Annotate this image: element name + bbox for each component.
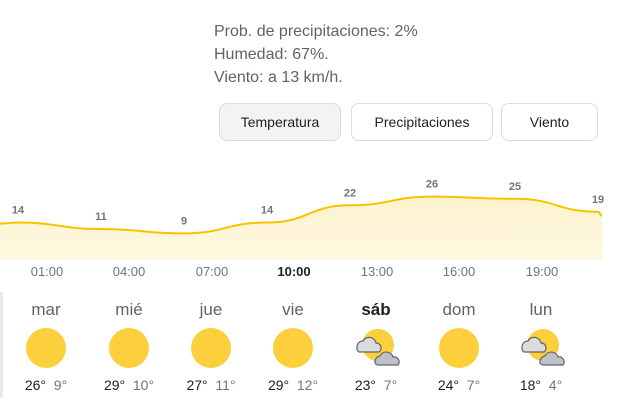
min-temperature: 4° xyxy=(548,377,563,393)
sun-icon xyxy=(268,325,318,371)
partly-cloudy-icon xyxy=(351,325,401,371)
max-temperature: 27° xyxy=(186,377,208,393)
temperature-label: 9 xyxy=(181,215,187,227)
day-name: jue xyxy=(199,300,223,319)
daily-forecast: mar 26° 9° mié 29° 10° jue 27° 11° vie 29° 12° s… xyxy=(0,298,619,408)
day-forecast-2[interactable]: jue 27° 11° xyxy=(173,298,249,398)
weather-details: Prob. de precipitaciones: 2% Humedad: 67… xyxy=(214,20,418,89)
min-temperature: 7° xyxy=(466,377,481,393)
hour-label: 07:00 xyxy=(195,264,229,279)
hour-label: 16:00 xyxy=(442,264,476,279)
sun-icon xyxy=(434,325,484,371)
hour-label: 10:00 xyxy=(277,264,311,279)
hour-label: 19:00 xyxy=(525,264,559,279)
day-name: vie xyxy=(282,300,304,319)
hour-label: 01:00 xyxy=(30,264,64,279)
sun-icon xyxy=(21,325,71,371)
day-temperatures: 23° 7° xyxy=(338,377,414,393)
day-temperatures: 24° 7° xyxy=(421,377,497,393)
day-name: dom xyxy=(442,300,476,319)
min-temperature: 12° xyxy=(296,377,319,393)
max-temperature: 29° xyxy=(267,377,290,393)
day-forecast-1[interactable]: mié 29° 10° xyxy=(91,298,167,398)
temperature-chart: 14 11 9 14 22 26 25 19 xyxy=(0,179,604,260)
min-temperature: 11° xyxy=(215,377,236,393)
min-temperature: 9° xyxy=(53,377,68,393)
hour-axis: 01:00 04:00 07:00 10:00 13:00 16:00 19:00 xyxy=(0,264,619,282)
day-name: sáb xyxy=(361,300,391,319)
temperature-label: 14 xyxy=(261,205,274,217)
humidity: Humedad: 67%. xyxy=(214,46,329,63)
temperature-label: 19 xyxy=(592,194,604,206)
max-temperature: 23° xyxy=(354,377,376,393)
max-temperature: 29° xyxy=(103,377,126,393)
day-forecast-4[interactable]: sáb 23° 7° xyxy=(338,298,414,398)
precipitation-probability: Prob. de precipitaciones: 2% xyxy=(214,23,418,40)
min-temperature: 7° xyxy=(383,377,398,393)
tab-temperature[interactable]: Temperatura xyxy=(219,103,341,141)
temperature-label: 11 xyxy=(95,211,107,223)
temperature-label: 25 xyxy=(509,181,521,193)
tab-wind[interactable]: Viento xyxy=(501,103,598,141)
tab-precipitation[interactable]: Precipitaciones xyxy=(351,103,493,141)
day-forecast-3[interactable]: vie 29° 12° xyxy=(255,298,331,398)
day-name: mié xyxy=(115,300,143,319)
hour-label: 13:00 xyxy=(360,264,394,279)
min-temperature: 10° xyxy=(132,377,155,393)
day-forecast-6[interactable]: lun 18° 4° xyxy=(503,298,579,398)
max-temperature: 18° xyxy=(519,377,541,393)
day-temperatures: 29° 10° xyxy=(91,377,167,393)
wind-speed: Viento: a 13 km/h. xyxy=(214,69,343,86)
temperature-label: 26 xyxy=(426,179,438,191)
day-temperatures: 18° 4° xyxy=(503,377,579,393)
day-forecast-0[interactable]: mar 26° 9° xyxy=(8,298,84,398)
temperature-label: 14 xyxy=(12,205,25,217)
max-temperature: 26° xyxy=(24,377,46,393)
temperature-label: 22 xyxy=(344,187,356,199)
hour-label: 04:00 xyxy=(112,264,146,279)
max-temperature: 24° xyxy=(437,377,459,393)
day-name: lun xyxy=(529,300,553,319)
partly-cloudy-icon xyxy=(516,325,566,371)
day-name: mar xyxy=(31,300,61,319)
sun-icon xyxy=(186,325,236,371)
day-temperatures: 26° 9° xyxy=(8,377,84,393)
sun-icon xyxy=(104,325,154,371)
day-forecast-5[interactable]: dom 24° 7° xyxy=(421,298,497,398)
day-temperatures: 27° 11° xyxy=(173,377,249,393)
day-temperatures: 29° 12° xyxy=(255,377,331,393)
